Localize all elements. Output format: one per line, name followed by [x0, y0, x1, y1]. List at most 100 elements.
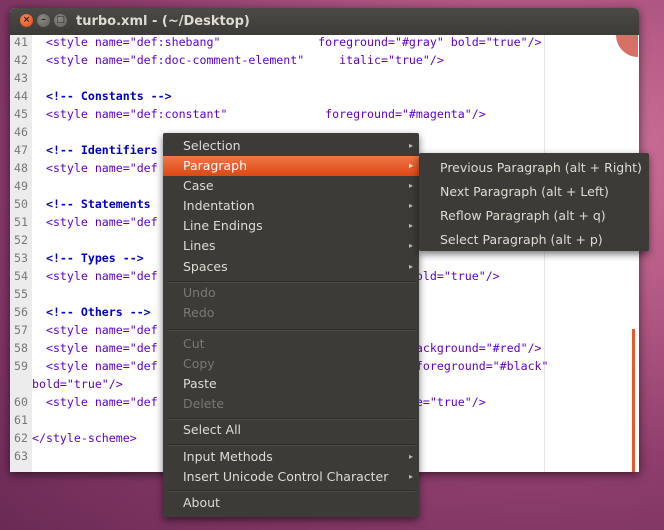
- menu-item-label: Insert Unicode Control Character: [183, 469, 389, 484]
- menu-separator: [167, 444, 415, 446]
- code-line: 42 <style name="def:doc-comment-element"…: [10, 51, 639, 69]
- line-number: 50: [14, 197, 28, 211]
- line-text: <!-- Statements: [32, 197, 151, 211]
- menu-item-label: Selection: [183, 138, 241, 153]
- menu-separator: [167, 490, 415, 492]
- menu-item-input-methods[interactable]: Input Methods ▸: [163, 447, 419, 467]
- submenu-arrow-icon: ▸: [408, 472, 413, 481]
- line-number: 45: [14, 107, 28, 121]
- menu-item-label: Copy: [183, 356, 215, 371]
- submenu-arrow-icon: ▸: [408, 141, 413, 150]
- line-number: 46: [14, 125, 28, 139]
- line-number: 44: [14, 89, 28, 103]
- submenu-arrow-icon: ▸: [408, 241, 413, 250]
- code-line: 45 <style name="def:constant" foreground…: [10, 105, 639, 123]
- line-number: 49: [14, 179, 28, 193]
- menu-item-label: Spaces: [183, 259, 228, 274]
- line-number: 56: [14, 305, 28, 319]
- menu-item-cut[interactable]: Cut: [163, 334, 419, 354]
- close-icon: ×: [22, 15, 31, 25]
- menu-item-undo[interactable]: Undo: [163, 283, 419, 303]
- line-text: <style name="def:constant" foreground="#…: [32, 107, 486, 121]
- submenu-arrow-icon: ▸: [408, 452, 413, 461]
- submenu-arrow-icon: ▸: [408, 262, 413, 271]
- submenu-arrow-icon: ▸: [408, 181, 413, 190]
- menu-item-label: Undo: [183, 285, 216, 300]
- menu-item-redo[interactable]: Redo: [163, 303, 419, 323]
- scroll-marker: [632, 329, 635, 472]
- line-number: 60: [14, 395, 28, 409]
- menu-item-paragraph[interactable]: Paragraph ▸: [163, 156, 419, 176]
- window-title: turbo.xml - (~/Desktop): [76, 14, 250, 29]
- menu-item-label: Redo: [183, 305, 215, 320]
- menu-item-label: Delete: [183, 396, 225, 411]
- title-bar[interactable]: × – □ turbo.xml - (~/Desktop): [10, 8, 639, 35]
- line-text: <style name="def:shebang" foreground="#g…: [32, 35, 542, 49]
- line-text: <!-- Others -->: [32, 305, 151, 319]
- menu-item-delete[interactable]: Delete: [163, 394, 419, 414]
- menu-item-label: Paragraph: [183, 158, 248, 173]
- paragraph-submenu: Previous Paragraph (alt + Right) Next Par…: [419, 153, 649, 251]
- menu-item-copy[interactable]: Copy: [163, 354, 419, 374]
- line-text: <style name="def: [32, 215, 158, 229]
- line-number: 51: [14, 215, 28, 229]
- menu-separator: [167, 329, 415, 331]
- close-button[interactable]: ×: [20, 14, 33, 27]
- line-number: 42: [14, 53, 28, 67]
- menu-item-label: Line Endings: [183, 218, 263, 233]
- line-number: 55: [14, 287, 28, 301]
- menu-item-paste[interactable]: Paste: [163, 374, 419, 394]
- line-text: <style name="def: [32, 161, 158, 175]
- line-text: <!-- Constants -->: [32, 89, 172, 103]
- line-text: <!-- Types -->: [32, 251, 144, 265]
- maximize-icon: □: [56, 15, 65, 25]
- menu-item-about[interactable]: About: [163, 493, 419, 513]
- submenu-item-previous-paragraph[interactable]: Previous Paragraph (alt + Right): [419, 156, 649, 180]
- code-line: 41 <style name="def:shebang" foreground=…: [10, 35, 639, 51]
- submenu-arrow-icon: ▸: [408, 161, 413, 170]
- menu-item-label: Lines: [183, 238, 216, 253]
- line-text: </style-scheme>: [32, 431, 137, 445]
- line-number: 43: [14, 71, 28, 85]
- menu-item-line-endings[interactable]: Line Endings ▸: [163, 216, 419, 236]
- code-line: 44 <!-- Constants -->: [10, 87, 639, 105]
- line-text: bold="true"/>: [32, 377, 123, 391]
- line-number: 61: [14, 413, 28, 427]
- submenu-arrow-icon: ▸: [408, 221, 413, 230]
- menu-item-lines[interactable]: Lines ▸: [163, 236, 419, 256]
- minimize-button[interactable]: –: [37, 14, 50, 27]
- submenu-item-next-paragraph[interactable]: Next Paragraph (alt + Left): [419, 180, 649, 204]
- line-number: 48: [14, 161, 28, 175]
- context-menu: Selection ▸ Paragraph ▸ Case ▸ Indentation ▸ Lin…: [163, 133, 419, 517]
- line-number: 62: [14, 431, 28, 445]
- menu-item-insert-unicode-control-character[interactable]: Insert Unicode Control Character ▸: [163, 467, 419, 487]
- line-number: 53: [14, 251, 28, 265]
- menu-item-label: Indentation: [183, 198, 255, 213]
- menu-item-label: About: [183, 495, 220, 510]
- line-number: 58: [14, 341, 28, 355]
- menu-item-label: Select All: [183, 422, 242, 437]
- menu-item-case[interactable]: Case ▸: [163, 176, 419, 196]
- code-line: 43: [10, 69, 639, 87]
- submenu-arrow-icon: ▸: [408, 201, 413, 210]
- menu-item-label: Cut: [183, 336, 205, 351]
- minimize-icon: –: [41, 15, 46, 25]
- line-number: 59: [14, 359, 28, 373]
- line-number: 47: [14, 143, 28, 157]
- menu-item-label: Input Methods: [183, 449, 273, 464]
- menu-item-spaces[interactable]: Spaces ▸: [163, 257, 419, 277]
- submenu-item-select-paragraph[interactable]: Select Paragraph (alt + p): [419, 228, 649, 252]
- line-number: 54: [14, 269, 28, 283]
- line-number: 52: [14, 233, 28, 247]
- line-number: 57: [14, 323, 28, 337]
- menu-item-select-all[interactable]: Select All: [163, 420, 419, 440]
- submenu-item-reflow-paragraph[interactable]: Reflow Paragraph (alt + q): [419, 204, 649, 228]
- maximize-button[interactable]: □: [54, 14, 67, 27]
- menu-item-indentation[interactable]: Indentation ▸: [163, 196, 419, 216]
- menu-item-label: Paste: [183, 376, 217, 391]
- line-number: 63: [14, 449, 28, 463]
- menu-item-label: Case: [183, 178, 214, 193]
- line-text: <!-- Identifiers: [32, 143, 158, 157]
- line-text: <style name="def:doc-comment-element" it…: [32, 53, 444, 67]
- menu-item-selection[interactable]: Selection ▸: [163, 136, 419, 156]
